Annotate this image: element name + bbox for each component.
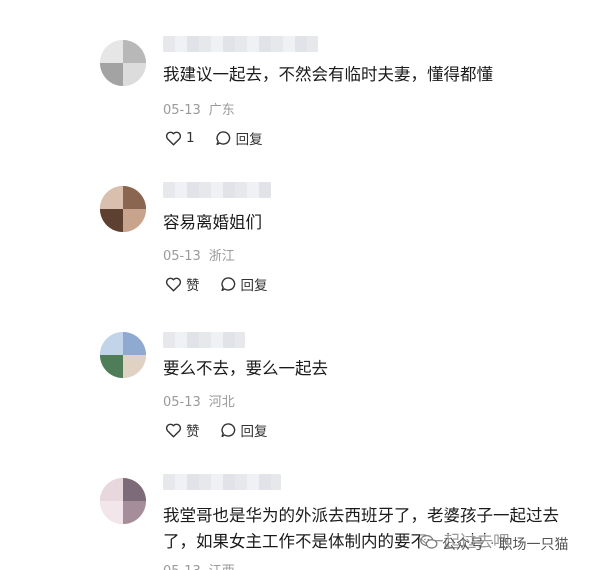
like-button[interactable]: 赞	[165, 420, 200, 440]
like-label: 赞	[186, 424, 200, 440]
comment-list: 我建议一起去，不然会有临时夫妻，懂得都懂 05-13 广东 1 回复 容易离婚姐…	[0, 0, 610, 570]
comment-text-line: 我堂哥也是华为的外派去西班牙了，老婆孩子一起过去	[163, 506, 559, 525]
comment-date: 05-13	[163, 249, 201, 264]
comment-date: 05-13	[163, 564, 201, 570]
nickname-blurred[interactable]	[163, 182, 271, 198]
watermark-name: 职场一只猫	[498, 537, 569, 553]
reply-button[interactable]: 回复	[220, 420, 268, 440]
like-label: 1	[186, 130, 195, 146]
speech-bubble-icon	[215, 130, 232, 146]
comment-meta: 05-13 浙江	[163, 245, 235, 264]
heart-outline-icon	[165, 422, 182, 438]
like-button[interactable]: 1	[165, 130, 195, 146]
nickname-blurred[interactable]	[163, 332, 245, 348]
comment-location: 浙江	[208, 249, 235, 264]
like-button[interactable]: 赞	[165, 274, 200, 294]
reply-label: 回复	[240, 278, 268, 294]
comment-text: 容易离婚姐们	[163, 210, 603, 236]
watermark-brand: 公众号	[442, 537, 484, 553]
nickname-blurred[interactable]	[163, 36, 318, 52]
comment-text: 我建议一起去，不然会有临时夫妻，懂得都懂	[163, 62, 603, 88]
nickname-blurred[interactable]	[163, 474, 281, 490]
comment-location: 河北	[208, 395, 235, 410]
avatar[interactable]	[100, 332, 146, 378]
avatar[interactable]	[100, 478, 146, 524]
speech-bubble-icon	[220, 422, 237, 438]
avatar[interactable]	[100, 40, 146, 86]
speech-bubble-icon	[220, 276, 237, 292]
comment-location: 广东	[208, 103, 235, 118]
comment-meta: 05-13 广东	[163, 99, 235, 118]
wechat-logo-icon	[420, 534, 438, 554]
comment-meta: 05-13 江西	[163, 560, 235, 570]
reply-button[interactable]: 回复	[215, 128, 263, 148]
reply-button[interactable]: 回复	[220, 274, 268, 294]
avatar[interactable]	[100, 186, 146, 232]
reply-label: 回复	[235, 132, 263, 148]
comment-actions: 赞 回复	[165, 274, 268, 294]
comment-meta: 05-13 河北	[163, 391, 235, 410]
heart-outline-icon	[165, 130, 182, 146]
comment-text: 要么不去，要么一起去	[163, 356, 603, 382]
watermark-separator: ·	[490, 536, 495, 552]
comment-actions: 赞 回复	[165, 420, 268, 440]
comment-actions: 1 回复	[165, 128, 263, 148]
heart-outline-icon	[165, 276, 182, 292]
comment-date: 05-13	[163, 395, 201, 410]
comment-location: 江西	[209, 564, 235, 570]
comment-text-line: 容易离婚姐们	[163, 213, 262, 232]
like-label: 赞	[186, 278, 200, 294]
reply-label: 回复	[240, 424, 268, 440]
comment-text-line: 要么不去，要么一起去	[163, 359, 328, 378]
comment-date: 05-13	[163, 103, 201, 118]
watermark: 公众号 · 职场一只猫	[420, 534, 569, 554]
comment-text-line: 我建议一起去，不然会有临时夫妻，懂得都懂	[163, 65, 493, 84]
